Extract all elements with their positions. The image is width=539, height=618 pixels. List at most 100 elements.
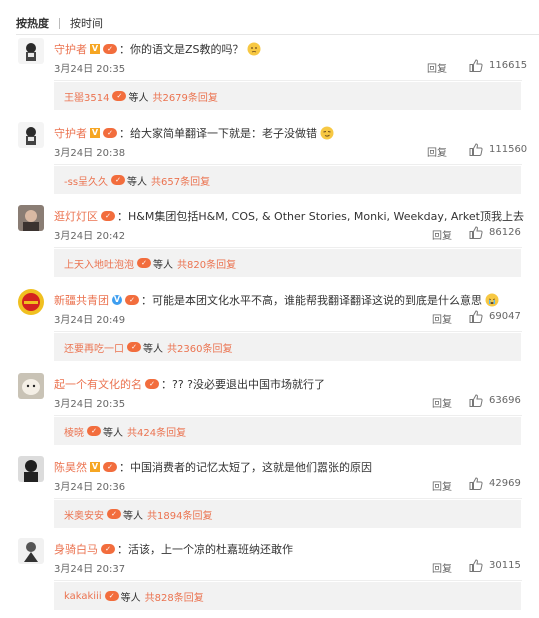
like-count: 63696	[489, 395, 521, 406]
vip-badge: ✓	[101, 544, 115, 554]
reply-button[interactable]: 回复	[432, 478, 452, 493]
comment-item: 守护者 V ✓ ：给大家简单翻译一下就是：老子没做错 3月24日 20:38 回复 1115…	[0, 122, 539, 202]
avatar[interactable]	[18, 122, 44, 148]
like-button[interactable]: 69047	[469, 310, 521, 323]
like-button[interactable]: 116615	[469, 59, 527, 72]
comment-line: 新疆共青团 V ✓ ：可能是本团文化水平不高，谁能帮我翻译翻译这说的到底是什么意思	[54, 292, 499, 308]
avatar[interactable]	[18, 289, 44, 315]
avatar[interactable]	[18, 456, 44, 482]
username[interactable]: 陈昊然	[54, 459, 87, 475]
header-divider	[16, 34, 539, 35]
vip-badge: ✓	[112, 91, 127, 101]
sub-reply-total[interactable]: 共424条回复	[127, 424, 186, 439]
avatar[interactable]	[18, 38, 44, 64]
sub-reply-box[interactable]: 上天入地吐泡泡 ✓ 等人 共820条回复	[54, 249, 521, 277]
sub-reply-user[interactable]: kakakiii	[64, 591, 102, 602]
vip-badge: ✓	[107, 509, 121, 519]
comment-item: 起一个有文化的名 ✓：?? ?没必要退出中国市场就行了 3月24日 20:35 回复 6…	[0, 373, 539, 453]
like-count: 111560	[489, 144, 528, 155]
comment-line: 陈昊然 V ✓ ：中国消费者的记忆太短了，这就是他们嚣张的原因	[54, 459, 372, 475]
like-count: 86126	[489, 227, 521, 238]
avatar[interactable]	[18, 205, 44, 231]
comment-text: ：中国消费者的记忆太短了，这就是他们嚣张的原因	[119, 461, 372, 474]
sub-reply-mid: 等人	[153, 259, 173, 271]
sub-reply-user[interactable]: 还要再吃一口	[64, 340, 124, 355]
comment-date: 3月24日 20:35	[54, 64, 126, 75]
username[interactable]: 守护者	[54, 125, 87, 141]
thumbs-up-icon	[469, 477, 483, 490]
sub-reply-box[interactable]: kakakiii ✓ 等人 共828条回复	[54, 582, 521, 610]
sub-reply-user[interactable]: 棱晓	[64, 424, 84, 439]
username[interactable]: 新疆共青团	[54, 292, 109, 308]
reply-button[interactable]: 回复	[427, 60, 447, 75]
vip-badge: ✓	[137, 258, 151, 268]
sub-reply-box[interactable]: 王罂3514 ✓ 等人 共2679条回复	[54, 82, 521, 110]
vip-badge: ✓	[125, 295, 139, 305]
comment-item: 身骑白马 ✓ ：活该，上一个凉的杜嘉班纳还敢作 3月24日 20:37 回复 30115 k…	[0, 538, 539, 618]
thumbs-up-icon	[469, 394, 483, 407]
reply-button[interactable]: 回复	[432, 395, 452, 410]
sub-reply-total[interactable]: 共2360条回复	[167, 340, 232, 355]
sort-divider	[59, 17, 60, 29]
sub-reply-box[interactable]: -ss呈久久 ✓ 等人 共657条回复	[54, 166, 521, 194]
row-divider	[54, 247, 522, 248]
sub-reply-user[interactable]: 米奥安安	[64, 507, 104, 522]
row-divider	[54, 580, 522, 581]
username[interactable]: 身骑白马	[54, 541, 98, 557]
sort-by-time[interactable]: 按时间	[70, 15, 103, 31]
verified-badge: V	[90, 128, 100, 138]
verified-badge: V	[112, 295, 122, 305]
reply-button[interactable]: 回复	[432, 227, 452, 242]
comment-text: ：活该，上一个凉的杜嘉班纳还敢作	[117, 543, 293, 556]
think-emoji	[244, 42, 261, 56]
comment-date: 3月24日 20:36	[54, 482, 126, 493]
comment-line: 身骑白马 ✓ ：活该，上一个凉的杜嘉班纳还敢作	[54, 541, 293, 557]
username[interactable]: 逛灯灯区	[54, 208, 98, 224]
sub-reply-total[interactable]: 共1894条回复	[147, 507, 212, 522]
comment-text: ：?? ?没必要退出中国市场就行了	[161, 378, 326, 391]
thumbs-up-icon	[469, 310, 483, 323]
vip-badge: ✓	[103, 462, 117, 472]
sub-reply-total[interactable]: 共657条回复	[151, 173, 210, 188]
comment-date: 3月24日 20:37	[54, 564, 126, 575]
sub-reply-mid: 等人	[143, 343, 163, 355]
like-button[interactable]: 86126	[469, 226, 521, 239]
like-button[interactable]: 30115	[469, 559, 521, 572]
vip-badge: ✓	[145, 379, 159, 389]
comment-item: 陈昊然 V ✓ ：中国消费者的记忆太短了，这就是他们嚣张的原因 3月24日 20:36 回…	[0, 456, 539, 536]
sub-reply-box[interactable]: 棱晓 ✓ 等人 共424条回复	[54, 417, 521, 445]
sub-reply-total[interactable]: 共828条回复	[145, 589, 204, 604]
vip-badge: ✓	[87, 426, 101, 436]
sub-reply-total[interactable]: 共820条回复	[177, 256, 236, 271]
comment-date: 3月24日 20:35	[54, 399, 126, 410]
like-button[interactable]: 42969	[469, 477, 521, 490]
username[interactable]: 起一个有文化的名	[54, 376, 142, 392]
sort-by-hot[interactable]: 按热度	[16, 15, 49, 31]
sub-reply-box[interactable]: 米奥安安 ✓ 等人 共1894条回复	[54, 500, 521, 528]
comment-item: 新疆共青团 V ✓ ：可能是本团文化水平不高，谁能帮我翻译翻译这说的到底是什么意思 3月…	[0, 289, 539, 369]
thumbs-up-icon	[469, 143, 483, 156]
avatar[interactable]	[18, 373, 44, 399]
comment-item: 守护者 V ✓ ：你的语文是ZS教的吗？ 3月24日 20:35 回复 116615 王罂35…	[0, 38, 539, 118]
verified-badge: V	[90, 44, 100, 54]
sub-reply-user[interactable]: 上天入地吐泡泡	[64, 256, 134, 271]
like-button[interactable]: 111560	[469, 143, 527, 156]
reply-button[interactable]: 回复	[427, 144, 447, 159]
avatar[interactable]	[18, 538, 44, 564]
sub-reply-total[interactable]: 共2679条回复	[152, 89, 217, 104]
vip-badge: ✓	[103, 128, 117, 138]
reply-button[interactable]: 回复	[432, 560, 452, 575]
smirk-emoji	[317, 126, 334, 140]
comment-line: 起一个有文化的名 ✓：?? ?没必要退出中国市场就行了	[54, 376, 325, 392]
comment-text: ：给大家简单翻译一下就是：老子没做错	[119, 127, 317, 140]
sub-reply-mid: 等人	[123, 510, 143, 522]
sub-reply-user[interactable]: 王罂3514	[64, 89, 109, 104]
sub-reply-user[interactable]: -ss呈久久	[64, 173, 108, 188]
username[interactable]: 守护者	[54, 41, 87, 57]
sub-reply-box[interactable]: 还要再吃一口 ✓ 等人 共2360条回复	[54, 333, 521, 361]
reply-button[interactable]: 回复	[432, 311, 452, 326]
like-button[interactable]: 63696	[469, 394, 521, 407]
comment-date: 3月24日 20:42	[54, 231, 126, 242]
sub-reply-mid: 等人	[120, 592, 141, 604]
row-divider	[54, 80, 522, 81]
